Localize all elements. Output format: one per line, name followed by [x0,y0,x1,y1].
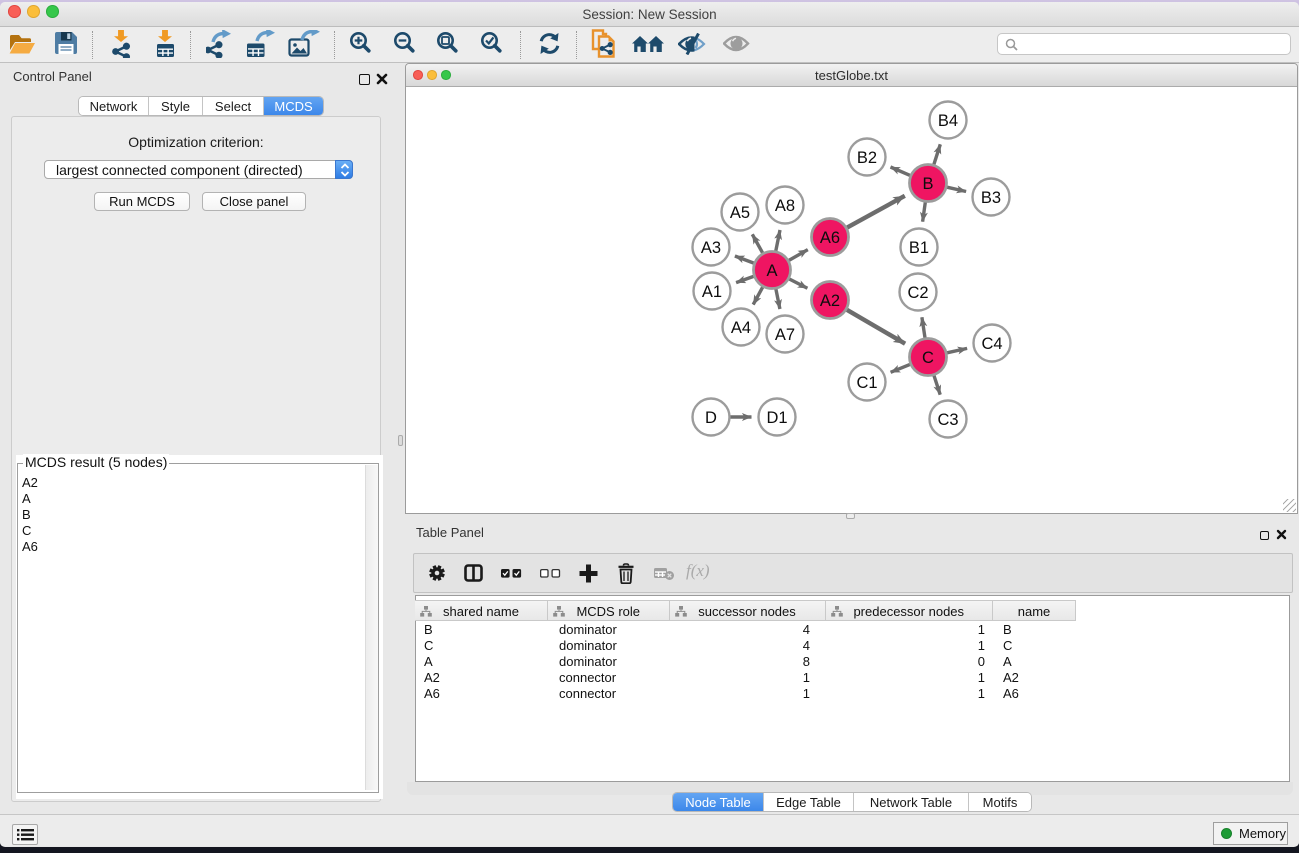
svg-text:B2: B2 [857,149,877,167]
svg-text:A5: A5 [730,204,750,222]
svg-text:B: B [922,175,933,193]
svg-text:A1: A1 [702,283,722,301]
svg-text:B3: B3 [981,189,1001,207]
svg-text:A6: A6 [820,229,840,247]
svg-text:A2: A2 [820,292,840,310]
svg-text:B1: B1 [909,239,929,257]
svg-text:A: A [766,262,777,280]
svg-text:A8: A8 [775,197,795,215]
svg-text:C: C [922,349,934,367]
svg-text:A3: A3 [701,239,721,257]
svg-text:B4: B4 [938,112,958,130]
svg-text:D: D [705,409,717,427]
svg-text:C4: C4 [981,335,1002,353]
svg-text:C2: C2 [907,284,928,302]
svg-text:A4: A4 [731,319,751,337]
svg-text:D1: D1 [766,409,787,427]
svg-text:A7: A7 [775,326,795,344]
svg-text:C1: C1 [856,374,877,392]
svg-text:C3: C3 [937,411,958,429]
